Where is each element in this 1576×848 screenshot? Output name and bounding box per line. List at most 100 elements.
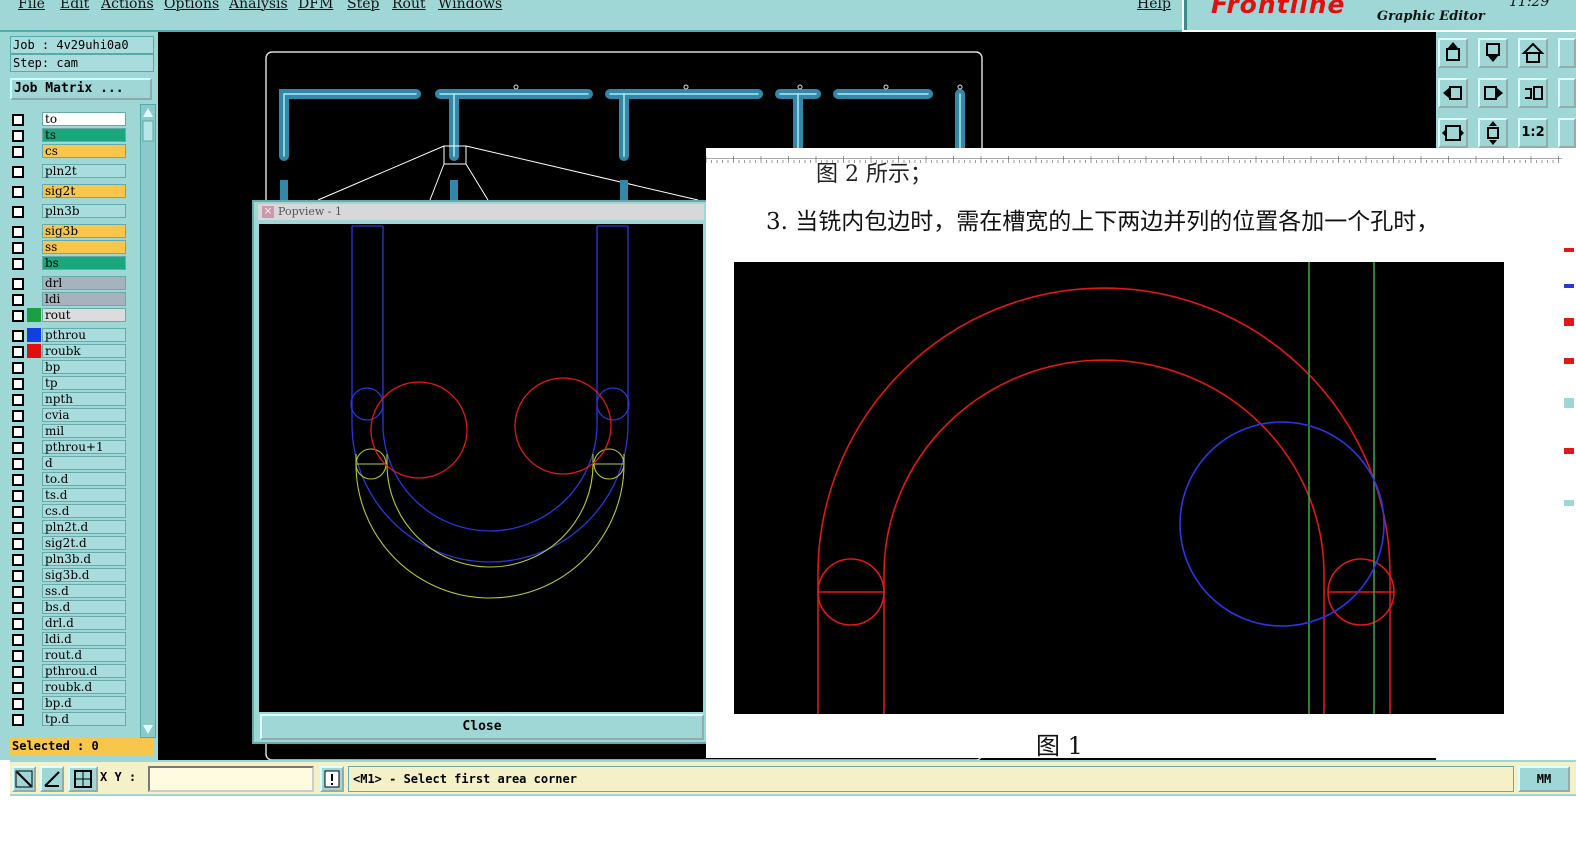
layer-checkbox[interactable]: [12, 714, 24, 726]
layer-checkbox[interactable]: [12, 278, 24, 290]
layer-checkbox[interactable]: [12, 294, 24, 306]
fit-button[interactable]: [1438, 118, 1468, 148]
menu-options[interactable]: Options: [164, 0, 219, 12]
window-close-icon[interactable]: ×: [262, 206, 274, 218]
layer-checkbox[interactable]: [12, 650, 24, 662]
xy-input[interactable]: [148, 766, 314, 792]
layer-row[interactable]: mil: [10, 424, 128, 438]
snap-line-button[interactable]: [12, 766, 36, 792]
layer-checkbox[interactable]: [12, 458, 24, 470]
layer-row[interactable]: sig2t.d: [10, 536, 128, 550]
layer-row[interactable]: pthrou.d: [10, 664, 128, 678]
layer-row[interactable]: bs: [10, 256, 128, 270]
menu-file[interactable]: File: [18, 0, 45, 12]
layer-checkbox[interactable]: [12, 698, 24, 710]
layer-row[interactable]: npth: [10, 392, 128, 406]
snap-angle-button[interactable]: [40, 766, 64, 792]
grid-button[interactable]: [68, 766, 98, 792]
layer-checkbox[interactable]: [12, 666, 24, 678]
layer-row[interactable]: pthrou: [10, 328, 128, 342]
layer-row[interactable]: d: [10, 456, 128, 470]
layer-row[interactable]: ldi.d: [10, 632, 128, 646]
layer-checkbox[interactable]: [12, 506, 24, 518]
layer-checkbox[interactable]: [12, 310, 24, 322]
layer-checkbox[interactable]: [12, 114, 24, 126]
layer-row[interactable]: roubk.d: [10, 680, 128, 694]
layer-row[interactable]: bp.d: [10, 696, 128, 710]
layer-checkbox[interactable]: [12, 570, 24, 582]
layer-row[interactable]: pln2t.d: [10, 520, 128, 534]
undo-zoom-button[interactable]: [1518, 78, 1548, 108]
layer-row[interactable]: tp: [10, 376, 128, 390]
menu-help[interactable]: Help: [1137, 0, 1171, 12]
layer-checkbox[interactable]: [12, 682, 24, 694]
layer-row[interactable]: roubk: [10, 344, 128, 358]
warning-button[interactable]: [320, 766, 344, 792]
layer-row[interactable]: drl.d: [10, 616, 128, 630]
layer-checkbox[interactable]: [12, 130, 24, 142]
layer-row[interactable]: tp.d: [10, 712, 128, 726]
layer-row[interactable]: bp: [10, 360, 128, 374]
layer-checkbox[interactable]: [12, 442, 24, 454]
layer-checkbox[interactable]: [12, 490, 24, 502]
layer-checkbox[interactable]: [12, 538, 24, 550]
layer-row[interactable]: sig3b.d: [10, 568, 128, 582]
layer-row[interactable]: ldi: [10, 292, 128, 306]
layer-checkbox[interactable]: [12, 346, 24, 358]
layer-row[interactable]: to: [10, 112, 128, 126]
job-matrix-button[interactable]: Job Matrix ...: [10, 78, 152, 100]
zoom-down-button[interactable]: [1478, 38, 1508, 68]
menu-rout[interactable]: Rout: [392, 0, 426, 12]
layer-checkbox[interactable]: [12, 586, 24, 598]
menu-edit[interactable]: Edit: [60, 0, 89, 12]
layer-row[interactable]: cs: [10, 144, 128, 158]
layer-checkbox[interactable]: [12, 166, 24, 178]
layer-checkbox[interactable]: [12, 602, 24, 614]
zoom-up-button[interactable]: [1438, 38, 1468, 68]
layer-row[interactable]: drl: [10, 276, 128, 290]
menu-actions[interactable]: Actions: [101, 0, 154, 12]
center-button[interactable]: [1478, 118, 1508, 148]
layer-row[interactable]: pln2t: [10, 164, 128, 178]
layer-checkbox[interactable]: [12, 226, 24, 238]
layer-row[interactable]: to.d: [10, 472, 128, 486]
menu-step[interactable]: Step: [347, 0, 379, 12]
layer-scrollbar[interactable]: [140, 104, 156, 738]
pan-left-button[interactable]: [1438, 78, 1468, 108]
layer-row[interactable]: cvia: [10, 408, 128, 422]
layer-checkbox[interactable]: [12, 206, 24, 218]
popview-close-button[interactable]: Close: [260, 714, 704, 740]
layer-checkbox[interactable]: [12, 362, 24, 374]
layer-row[interactable]: sig2t: [10, 184, 128, 198]
layer-checkbox[interactable]: [12, 474, 24, 486]
layer-checkbox[interactable]: [12, 522, 24, 534]
layer-row[interactable]: ts: [10, 128, 128, 142]
layer-checkbox[interactable]: [12, 410, 24, 422]
layer-row[interactable]: pln3b: [10, 204, 128, 218]
layer-row[interactable]: rout.d: [10, 648, 128, 662]
menu-windows[interactable]: Windows: [438, 0, 502, 12]
extra-button[interactable]: [1558, 38, 1576, 68]
layer-checkbox[interactable]: [12, 426, 24, 438]
menu-analysis[interactable]: Analysis: [229, 0, 288, 12]
menu-dfm[interactable]: DFM: [298, 0, 333, 12]
layer-row[interactable]: pln3b.d: [10, 552, 128, 566]
popview-canvas[interactable]: [259, 224, 703, 712]
layer-checkbox[interactable]: [12, 634, 24, 646]
layer-checkbox[interactable]: [12, 186, 24, 198]
layer-checkbox[interactable]: [12, 330, 24, 342]
layer-row[interactable]: sig3b: [10, 224, 128, 238]
layer-row[interactable]: rout: [10, 308, 128, 322]
layer-row[interactable]: cs.d: [10, 504, 128, 518]
scale-1-2-button[interactable]: 1:2: [1518, 118, 1548, 148]
layer-checkbox[interactable]: [12, 378, 24, 390]
pan-right-button[interactable]: [1478, 78, 1508, 108]
units-button[interactable]: MM: [1518, 766, 1570, 792]
popview-title-bar[interactable]: × Popview - 1: [258, 204, 704, 220]
layer-checkbox[interactable]: [12, 242, 24, 254]
layer-checkbox[interactable]: [12, 618, 24, 630]
layer-checkbox[interactable]: [12, 258, 24, 270]
layer-row[interactable]: bs.d: [10, 600, 128, 614]
home-button[interactable]: [1518, 38, 1548, 68]
layer-row[interactable]: pthrou+1: [10, 440, 128, 454]
